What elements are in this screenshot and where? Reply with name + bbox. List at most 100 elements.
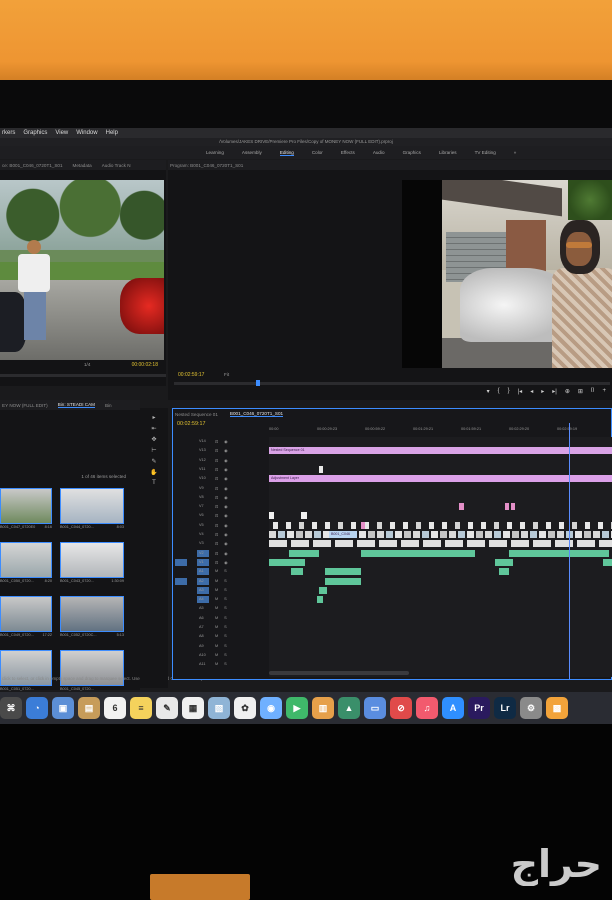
track-lanes[interactable]: Nested Sequence 01 Adjustment Layer B001_C… — [269, 437, 612, 677]
zoom-fit-dropdown[interactable]: Fit — [224, 372, 229, 377]
timeline-clip[interactable] — [602, 531, 609, 538]
track-header[interactable]: V12 ⊡◉ — [173, 456, 269, 465]
timeline-clip[interactable] — [269, 531, 276, 538]
mute-solo-icon[interactable]: MS — [215, 662, 233, 666]
timeline-clip[interactable] — [533, 540, 551, 548]
track-header[interactable]: A2 MS — [173, 577, 269, 586]
timeline-clip[interactable] — [458, 531, 465, 538]
track-header[interactable]: A8 MS — [173, 632, 269, 641]
workspace-learning[interactable]: Learning — [206, 150, 224, 155]
timeline-clip[interactable] — [429, 521, 434, 529]
play-icon[interactable]: ▸ — [541, 388, 544, 395]
track-header[interactable]: V1 ⊡◉ — [173, 558, 269, 567]
timeline-clip[interactable] — [467, 531, 474, 538]
track-header[interactable]: V2 ⊡◉ — [173, 549, 269, 558]
timeline-clip[interactable] — [546, 521, 551, 529]
timeline-clip[interactable] — [286, 521, 291, 529]
timeline-clip[interactable] — [539, 531, 546, 538]
timeline-clip[interactable] — [338, 521, 343, 529]
timeline-clip[interactable] — [449, 531, 456, 538]
tab-nested-sequence[interactable]: Nested Sequence 01 — [175, 412, 218, 417]
lightroom-icon[interactable]: Lr — [494, 697, 516, 719]
timeline-clip[interactable] — [431, 531, 438, 538]
toggle-output-icon[interactable]: ⊡◉ — [215, 467, 234, 472]
timeline-clip-labeled[interactable]: Nested Sequence 01 — [269, 447, 612, 455]
workspace-effects[interactable]: Effects — [341, 150, 355, 155]
timeline-clip[interactable] — [467, 540, 485, 548]
timeline-clip[interactable] — [507, 521, 512, 529]
timeline-clip[interactable] — [361, 521, 365, 529]
track-header[interactable]: V13 ⊡◉ — [173, 446, 269, 455]
timeline-clip[interactable] — [377, 531, 384, 538]
track-header[interactable]: A5 MS — [173, 604, 269, 613]
clip-thumbnail[interactable]: B001_C050_0720... 8:20 — [0, 542, 52, 586]
toggle-output-icon[interactable]: ⊡◉ — [215, 495, 234, 500]
timeline-clip[interactable] — [319, 465, 323, 473]
timeline-clip[interactable] — [416, 521, 421, 529]
source-patch-toggle[interactable] — [175, 577, 187, 585]
timeline-clip[interactable] — [361, 549, 475, 557]
timeline-clip[interactable] — [485, 531, 492, 538]
timeline-clip[interactable] — [440, 531, 447, 538]
toggle-output-icon[interactable]: ⊡◉ — [215, 448, 234, 453]
timeline-clip[interactable] — [442, 521, 447, 529]
timeline-clip[interactable] — [299, 521, 304, 529]
track-header[interactable]: V4 ⊡◉ — [173, 530, 269, 539]
photo-booth-icon[interactable]: ▦ — [182, 697, 204, 719]
clip-thumbnail[interactable]: B001_C044_0720... 8:03 — [60, 488, 124, 532]
timeline-clip[interactable] — [325, 577, 361, 585]
timeline-clip[interactable] — [386, 531, 393, 538]
track-header[interactable]: V7 ⊡◉ — [173, 502, 269, 511]
timeline-clip[interactable] — [377, 521, 382, 529]
workspace-tv-editing[interactable]: TV Editing — [475, 150, 496, 155]
timeline-clip[interactable] — [593, 531, 600, 538]
source-resolution[interactable]: 1/4 — [84, 362, 90, 367]
timeline-clip[interactable] — [533, 521, 538, 529]
program-playhead[interactable] — [256, 380, 260, 386]
tab-metadata[interactable]: Metadata — [73, 163, 92, 168]
hand-tool-icon[interactable]: ✋ — [150, 469, 157, 476]
timeline-clip[interactable] — [390, 521, 395, 529]
mark-out-icon[interactable]: } — [508, 388, 510, 395]
toggle-output-icon[interactable]: ⊡◉ — [215, 551, 234, 556]
timeline-clip[interactable] — [403, 521, 408, 529]
timeline-clip[interactable] — [269, 540, 287, 548]
timeline-clip[interactable] — [509, 549, 609, 557]
track-header[interactable]: V3 ⊡◉ — [173, 539, 269, 548]
timeline-clip[interactable] — [317, 596, 323, 604]
timeline-clip[interactable] — [512, 531, 519, 538]
timeline-clip[interactable] — [494, 521, 499, 529]
mute-solo-icon[interactable]: MS — [215, 606, 233, 610]
timeline-clip[interactable] — [499, 568, 509, 576]
timeline-clip[interactable] — [278, 531, 285, 538]
tab-bin-steadicam[interactable]: Bin: STEADI CAM — [57, 402, 95, 408]
workspace-libraries[interactable]: Libraries — [439, 150, 457, 155]
track-header[interactable]: V5 ⊡◉ — [173, 521, 269, 530]
timeline-clip[interactable] — [494, 531, 501, 538]
toggle-output-icon[interactable]: ⊡◉ — [215, 476, 234, 481]
toggle-output-icon[interactable]: ⊡◉ — [215, 560, 234, 565]
timeline-clip-labeled[interactable]: Adjustment Layer — [269, 475, 612, 483]
tab-sequence-b001[interactable]: B001_C046_0720T1_S01 — [229, 411, 284, 417]
go-to-in-icon[interactable]: |◂ — [518, 388, 523, 395]
timeline-clip[interactable] — [495, 558, 513, 566]
timeline-clip[interactable] — [505, 503, 509, 511]
timeline-clip[interactable] — [598, 521, 603, 529]
finder-icon[interactable]: ⌘ — [0, 697, 22, 719]
facetime-icon[interactable]: ▶ — [286, 697, 308, 719]
mute-solo-icon[interactable]: MS — [215, 597, 233, 601]
toggle-output-icon[interactable]: ⊡◉ — [215, 504, 234, 509]
no-entry-icon[interactable]: ⊘ — [390, 697, 412, 719]
timeline-clip[interactable] — [585, 521, 590, 529]
go-to-out-icon[interactable]: ▸| — [552, 388, 557, 395]
system-preferences-icon[interactable]: ⚙ — [520, 697, 542, 719]
source-scrubber[interactable] — [0, 374, 166, 377]
timeline-clip[interactable] — [319, 586, 327, 594]
menu-item-workers[interactable]: rkers — [2, 130, 15, 136]
timeline-clip[interactable] — [351, 521, 356, 529]
timeline-clip[interactable] — [422, 531, 429, 538]
timeline-clip[interactable] — [368, 531, 375, 538]
clip-thumbnail[interactable]: B001_C049_0720... 17:22 — [0, 596, 52, 640]
mute-solo-icon[interactable]: MS — [215, 616, 233, 620]
mute-solo-icon[interactable]: MS — [215, 644, 233, 648]
